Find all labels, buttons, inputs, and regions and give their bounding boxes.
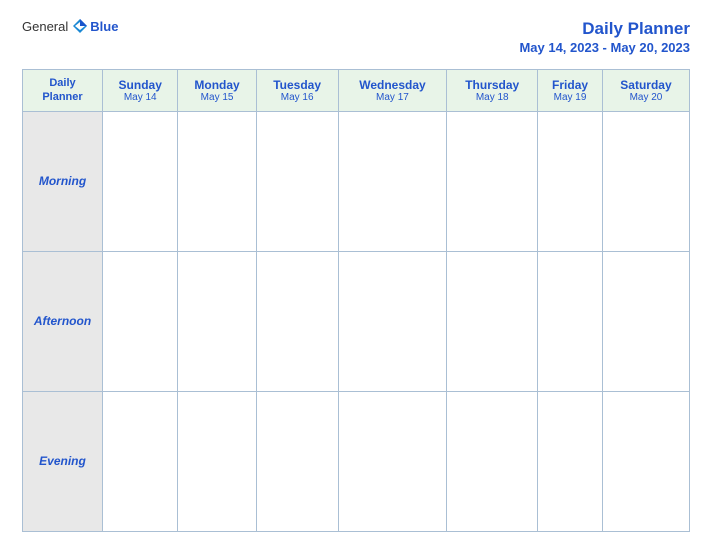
table-header-label: DailyPlanner [23, 70, 103, 112]
row-label-afternoon: Afternoon [23, 251, 103, 391]
cell-afternoon-tue[interactable] [256, 251, 338, 391]
day-date-6: May 20 [607, 92, 685, 103]
day-date-3: May 17 [343, 92, 443, 103]
day-name-5: Friday [542, 78, 598, 92]
col-header-friday: Friday May 19 [538, 70, 603, 112]
cell-morning-wed[interactable] [338, 111, 447, 251]
col-header-tuesday: Tuesday May 16 [256, 70, 338, 112]
cell-afternoon-mon[interactable] [178, 251, 256, 391]
col-header-thursday: Thursday May 18 [447, 70, 538, 112]
row-label-evening: Evening [23, 391, 103, 531]
cell-morning-thu[interactable] [447, 111, 538, 251]
logo-area: General Blue [22, 18, 118, 34]
table-row-morning: Morning [23, 111, 690, 251]
cell-morning-fri[interactable] [538, 111, 603, 251]
day-date-0: May 14 [107, 92, 173, 103]
day-name-3: Wednesday [343, 78, 443, 92]
cell-afternoon-fri[interactable] [538, 251, 603, 391]
col-header-saturday: Saturday May 20 [602, 70, 689, 112]
logo: General Blue [22, 18, 118, 34]
cell-evening-sun[interactable] [103, 391, 178, 531]
header: General Blue Daily Planner May 14, 2023 … [22, 18, 690, 55]
row-label-morning: Morning [23, 111, 103, 251]
cell-morning-sat[interactable] [602, 111, 689, 251]
day-name-1: Monday [182, 78, 251, 92]
cell-morning-tue[interactable] [256, 111, 338, 251]
day-name-4: Thursday [451, 78, 533, 92]
cell-afternoon-thu[interactable] [447, 251, 538, 391]
day-date-5: May 19 [542, 92, 598, 103]
cell-evening-wed[interactable] [338, 391, 447, 531]
logo-blue-text: Blue [90, 19, 118, 34]
logo-icon [72, 18, 88, 34]
cell-evening-fri[interactable] [538, 391, 603, 531]
cell-afternoon-wed[interactable] [338, 251, 447, 391]
page-title: Daily Planner [519, 18, 690, 40]
cell-afternoon-sun[interactable] [103, 251, 178, 391]
title-area: Daily Planner May 14, 2023 - May 20, 202… [519, 18, 690, 55]
col-header-monday: Monday May 15 [178, 70, 256, 112]
col-header-sunday: Sunday May 14 [103, 70, 178, 112]
page: General Blue Daily Planner May 14, 2023 … [0, 0, 712, 550]
cell-evening-thu[interactable] [447, 391, 538, 531]
table-row-evening: Evening [23, 391, 690, 531]
table-row-afternoon: Afternoon [23, 251, 690, 391]
day-name-2: Tuesday [261, 78, 334, 92]
day-date-4: May 18 [451, 92, 533, 103]
table-header-row: DailyPlanner Sunday May 14 Monday May 15… [23, 70, 690, 112]
cell-afternoon-sat[interactable] [602, 251, 689, 391]
logo-general-text: General [22, 19, 68, 34]
cell-evening-mon[interactable] [178, 391, 256, 531]
calendar-table: DailyPlanner Sunday May 14 Monday May 15… [22, 69, 690, 532]
day-name-0: Sunday [107, 78, 173, 92]
day-date-1: May 15 [182, 92, 251, 103]
cell-morning-mon[interactable] [178, 111, 256, 251]
day-date-2: May 16 [261, 92, 334, 103]
daily-planner-label: DailyPlanner [42, 77, 82, 103]
day-name-6: Saturday [607, 78, 685, 92]
cell-evening-tue[interactable] [256, 391, 338, 531]
col-header-wednesday: Wednesday May 17 [338, 70, 447, 112]
date-range: May 14, 2023 - May 20, 2023 [519, 40, 690, 55]
cell-evening-sat[interactable] [602, 391, 689, 531]
cell-morning-sun[interactable] [103, 111, 178, 251]
